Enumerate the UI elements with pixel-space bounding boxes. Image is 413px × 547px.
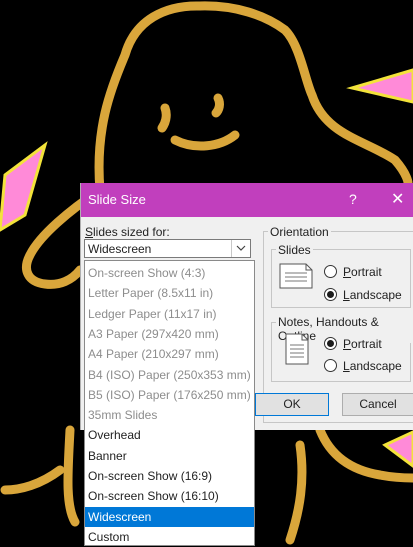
orientation-label: Orientation <box>268 225 331 239</box>
notes-landscape-label[interactable]: Landscape <box>343 359 402 373</box>
dropdown-item[interactable]: B5 (ISO) Paper (176x250 mm) <box>85 385 254 405</box>
dropdown-item[interactable]: A4 Paper (210x297 mm) <box>85 344 254 364</box>
dropdown-item[interactable]: On-screen Show (16:9) <box>85 466 254 486</box>
ok-button[interactable]: OK <box>255 393 329 416</box>
dropdown-item[interactable]: Letter Paper (8.5x11 in) <box>85 283 254 303</box>
portrait-page-icon <box>285 333 309 365</box>
dropdown-item[interactable]: Widescreen <box>85 506 254 527</box>
dropdown-item[interactable]: On-screen Show (4:3) <box>85 263 254 283</box>
notes-landscape-radio[interactable] <box>324 359 337 372</box>
slides-landscape-label[interactable]: Landscape <box>343 288 402 302</box>
dialog-title-bar[interactable]: Slide Size ? ✕ <box>81 183 413 217</box>
slides-landscape-radio[interactable] <box>324 288 337 301</box>
slides-portrait-label[interactable]: Portrait <box>343 265 382 279</box>
dropdown-item[interactable]: Ledger Paper (11x17 in) <box>85 304 254 324</box>
dialog-title: Slide Size <box>88 192 146 207</box>
slides-portrait-radio[interactable] <box>324 265 337 278</box>
landscape-page-icon <box>279 263 313 289</box>
dropdown-item[interactable]: B4 (ISO) Paper (250x353 mm) <box>85 365 254 385</box>
chevron-down-icon[interactable] <box>231 240 250 257</box>
dropdown-item[interactable]: 35mm Slides <box>85 405 254 425</box>
dropdown-item[interactable]: Banner <box>85 446 254 466</box>
close-icon[interactable]: ✕ <box>391 189 404 209</box>
dropdown-item[interactable]: A3 Paper (297x420 mm) <box>85 324 254 344</box>
cancel-button[interactable]: Cancel <box>342 393 413 416</box>
dropdown-item[interactable]: On-screen Show (16:10) <box>85 486 254 506</box>
notes-portrait-radio[interactable] <box>324 337 337 350</box>
slides-sized-for-combo[interactable]: Widescreen <box>84 239 251 258</box>
dropdown-item[interactable]: Custom <box>85 527 254 547</box>
slides-sized-for-label: Slides sized for: <box>85 225 170 239</box>
slide-size-dropdown-list[interactable]: On-screen Show (4:3) Letter Paper (8.5x11… <box>84 260 255 546</box>
notes-portrait-label[interactable]: Portrait <box>343 337 382 351</box>
help-icon[interactable]: ? <box>349 191 357 207</box>
dropdown-item[interactable]: Overhead <box>85 425 254 445</box>
slides-sized-for-value: Widescreen <box>88 242 152 256</box>
slides-orientation-label: Slides <box>276 243 313 257</box>
